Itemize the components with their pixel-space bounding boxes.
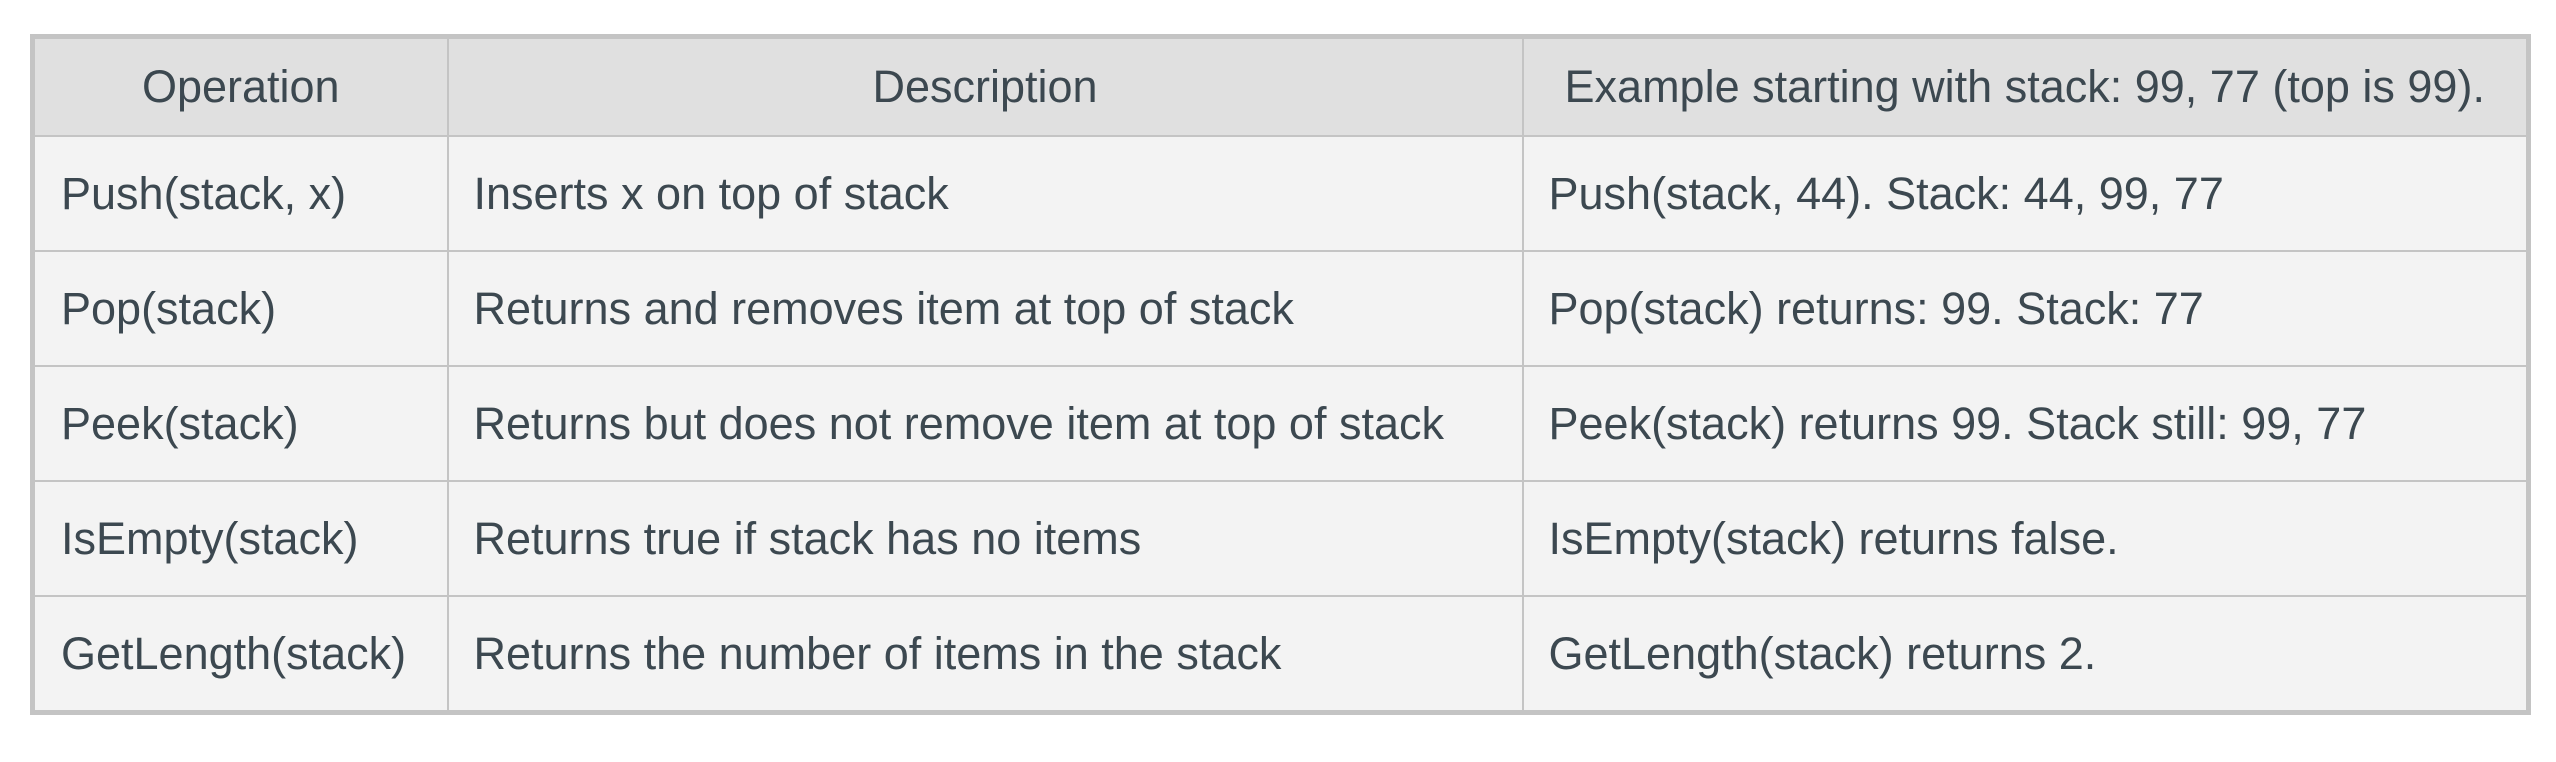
table-row: IsEmpty(stack) Returns true if stack has…: [31, 480, 2530, 597]
table-body: Push(stack, x) Inserts x on top of stack…: [31, 135, 2530, 714]
stack-operations-table: Operation Description Example starting w…: [30, 34, 2531, 715]
operation-cell: Push(stack, x): [31, 135, 449, 252]
header-row: Operation Description Example starting w…: [31, 35, 2530, 137]
header-operation: Operation: [31, 35, 449, 137]
description-cell: Returns and removes item at top of stack: [446, 250, 1524, 367]
header-example: Example starting with stack: 99, 77 (top…: [1521, 35, 2530, 137]
table-row: GetLength(stack) Returns the number of i…: [31, 595, 2530, 714]
description-cell: Returns true if stack has no items: [446, 480, 1524, 597]
operation-cell: IsEmpty(stack): [31, 480, 449, 597]
example-cell: Peek(stack) returns 99. Stack still: 99,…: [1521, 365, 2530, 482]
example-cell: GetLength(stack) returns 2.: [1521, 595, 2530, 714]
example-cell: IsEmpty(stack) returns false.: [1521, 480, 2530, 597]
table-row: Pop(stack) Returns and removes item at t…: [31, 250, 2530, 367]
description-cell: Returns the number of items in the stack: [446, 595, 1524, 714]
description-cell: Returns but does not remove item at top …: [446, 365, 1524, 482]
example-cell: Pop(stack) returns: 99. Stack: 77: [1521, 250, 2530, 367]
operation-cell: Pop(stack): [31, 250, 449, 367]
table-header: Operation Description Example starting w…: [31, 35, 2530, 137]
table-row: Peek(stack) Returns but does not remove …: [31, 365, 2530, 482]
example-cell: Push(stack, 44). Stack: 44, 99, 77: [1521, 135, 2530, 252]
header-description: Description: [446, 35, 1524, 137]
operation-cell: Peek(stack): [31, 365, 449, 482]
stack-operations-table-container: Operation Description Example starting w…: [30, 34, 2531, 715]
table-row: Push(stack, x) Inserts x on top of stack…: [31, 135, 2530, 252]
operation-cell: GetLength(stack): [31, 595, 449, 714]
description-cell: Inserts x on top of stack: [446, 135, 1524, 252]
